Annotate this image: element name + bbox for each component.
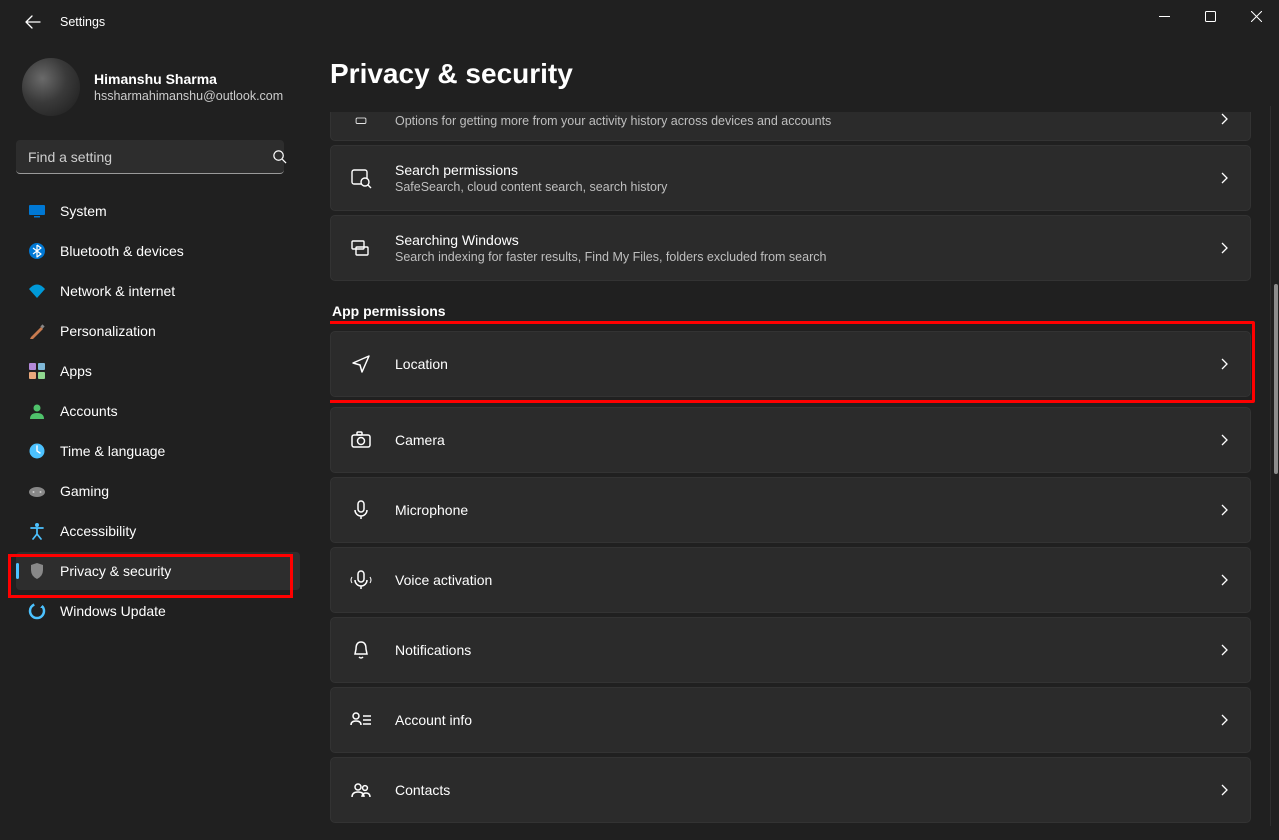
search-permissions-icon [349,166,373,190]
card-activity-history[interactable]: Options for getting more from your activ… [330,112,1251,141]
card-microphone[interactable]: Microphone [330,477,1251,543]
chevron-right-icon [1218,433,1232,447]
chevron-right-icon [1218,573,1232,587]
camera-icon [349,428,373,452]
card-title: Search permissions [395,162,1218,178]
indexing-icon [349,236,373,260]
apps-icon [28,362,46,380]
sidebar-item-time[interactable]: Time & language [16,432,300,470]
sidebar-item-label: Time & language [60,443,165,459]
sidebar-item-label: Network & internet [60,283,175,299]
chevron-right-icon [1218,783,1232,797]
monitor-icon [28,202,46,220]
sidebar-item-privacy[interactable]: Privacy & security [16,552,300,590]
sidebar-item-accounts[interactable]: Accounts [16,392,300,430]
paint-icon [28,322,46,340]
page-title: Privacy & security [330,58,1269,90]
card-title: Location [395,356,1218,372]
card-contacts[interactable]: Contacts [330,757,1251,823]
chevron-right-icon [1218,112,1232,126]
user-block[interactable]: Himanshu Sharma hssharmahimanshu@outlook… [16,44,300,136]
card-subtitle: Options for getting more from your activ… [395,114,1218,128]
scrollbar[interactable] [1270,106,1279,826]
minimize-button[interactable] [1141,0,1187,32]
activity-icon [349,112,373,130]
chevron-right-icon [1218,171,1232,185]
sidebar-item-label: Privacy & security [60,563,171,579]
chevron-right-icon [1218,241,1232,255]
sidebar-item-label: Bluetooth & devices [60,243,184,259]
card-subtitle: Search indexing for faster results, Find… [395,250,1218,264]
card-title: Searching Windows [395,232,1218,248]
account-info-icon [349,708,373,732]
card-subtitle: SafeSearch, cloud content search, search… [395,180,1218,194]
sidebar-item-label: Personalization [60,323,156,339]
gamepad-icon [28,482,46,500]
sidebar-item-bluetooth[interactable]: Bluetooth & devices [16,232,300,270]
sidebar-item-system[interactable]: System [16,192,300,230]
bell-icon [349,638,373,662]
sidebar-item-personalization[interactable]: Personalization [16,312,300,350]
user-name: Himanshu Sharma [94,71,283,87]
card-title: Camera [395,432,1218,448]
search-icon [272,149,288,165]
person-icon [28,402,46,420]
back-button[interactable] [22,11,44,33]
wifi-icon [28,282,46,300]
search-input[interactable] [16,140,284,174]
sidebar-item-label: Accessibility [60,523,136,539]
clock-icon [28,442,46,460]
section-label: App permissions [332,303,1251,319]
chevron-right-icon [1218,503,1232,517]
card-location[interactable]: Location [330,331,1251,397]
sidebar-item-label: Gaming [60,483,109,499]
card-account-info[interactable]: Account info [330,687,1251,753]
location-icon [349,352,373,376]
user-email: hssharmahimanshu@outlook.com [94,89,283,103]
sidebar-item-label: System [60,203,107,219]
close-button[interactable] [1233,0,1279,32]
card-searching-windows[interactable]: Searching Windows Search indexing for fa… [330,215,1251,281]
sidebar-item-accessibility[interactable]: Accessibility [16,512,300,550]
microphone-icon [349,498,373,522]
card-title: Notifications [395,642,1218,658]
card-voice-activation[interactable]: Voice activation [330,547,1251,613]
scrollbar-thumb[interactable] [1274,284,1278,474]
sidebar-item-update[interactable]: Windows Update [16,592,300,630]
sidebar-item-label: Accounts [60,403,118,419]
accessibility-icon [28,522,46,540]
bluetooth-icon [28,242,46,260]
card-notifications[interactable]: Notifications [330,617,1251,683]
shield-icon [28,562,46,580]
chevron-right-icon [1218,713,1232,727]
sidebar-item-gaming[interactable]: Gaming [16,472,300,510]
sidebar-item-label: Windows Update [60,603,166,619]
voice-icon [349,568,373,592]
sidebar-item-label: Apps [60,363,92,379]
window-title: Settings [60,15,105,29]
maximize-button[interactable] [1187,0,1233,32]
card-camera[interactable]: Camera [330,407,1251,473]
card-search-permissions[interactable]: Search permissions SafeSearch, cloud con… [330,145,1251,211]
sidebar-item-apps[interactable]: Apps [16,352,300,390]
chevron-right-icon [1218,643,1232,657]
card-title: Voice activation [395,572,1218,588]
card-title: Microphone [395,502,1218,518]
avatar [22,58,80,116]
update-icon [28,602,46,620]
card-title: Account info [395,712,1218,728]
contacts-icon [349,778,373,802]
chevron-right-icon [1218,357,1232,371]
sidebar-item-network[interactable]: Network & internet [16,272,300,310]
card-title: Contacts [395,782,1218,798]
